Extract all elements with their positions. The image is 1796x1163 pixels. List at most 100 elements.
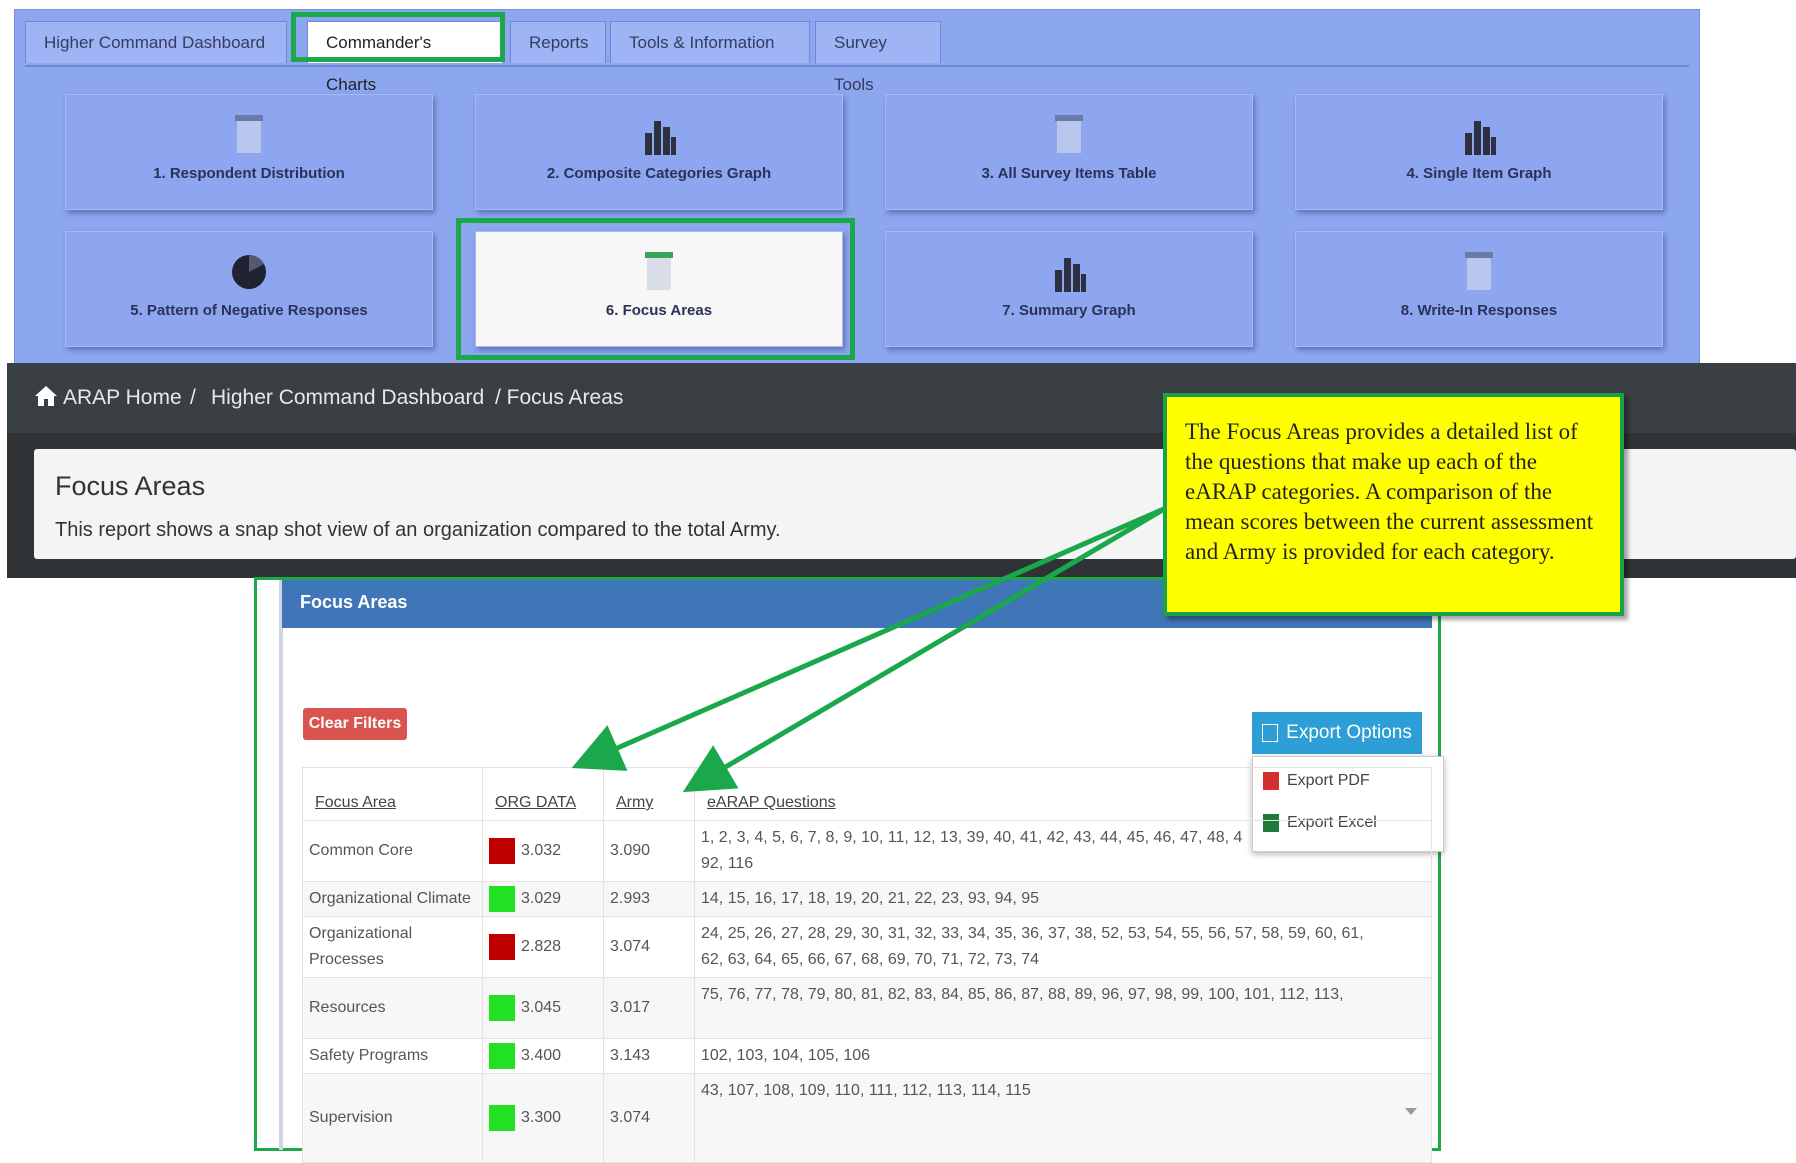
org-data-cell: 3.029: [482, 880, 604, 918]
page-title: Focus Areas: [55, 471, 206, 501]
tile-write-in-responses[interactable]: 8. Write-In Responses: [1295, 231, 1663, 347]
column-org-data[interactable]: ORG DATA: [482, 767, 604, 821]
tile-summary-graph[interactable]: 7. Summary Graph: [885, 231, 1253, 347]
tab-higher-command-dashboard[interactable]: Higher Command Dashboard: [25, 21, 287, 63]
tile-composite-categories-graph[interactable]: 2. Composite Categories Graph: [475, 94, 843, 210]
questions-line: 1, 2, 3, 4, 5, 6, 7, 8, 9, 10, 11, 12, 1…: [701, 829, 1243, 846]
questions-line: [701, 1008, 1425, 1034]
tab-tools-information[interactable]: Tools & Information: [610, 21, 810, 63]
focus-areas-table: Focus Area ORG DATA Army eARAP Questions…: [302, 767, 1432, 1163]
org-data-cell: 3.400: [482, 1038, 604, 1075]
breadcrumb-higher-command[interactable]: Higher Command Dashboard: [211, 363, 484, 433]
focus-area-cell: Resources: [302, 977, 483, 1040]
tile-all-survey-items-table[interactable]: 3. All Survey Items Table: [885, 94, 1253, 210]
document-icon: [235, 115, 263, 153]
table-row: Organizational Processes 2.828 3.074 24,…: [302, 916, 1432, 979]
column-focus-area[interactable]: Focus Area: [302, 767, 483, 821]
focus-area-cell: Safety Programs: [302, 1038, 483, 1075]
document-icon: [1055, 115, 1083, 153]
bar-chart-icon: [645, 121, 676, 155]
army-cell: 3.090: [603, 820, 695, 882]
army-cell: 3.143: [603, 1038, 695, 1075]
clear-filters-button[interactable]: Clear Filters: [303, 708, 407, 740]
tile-single-item-graph[interactable]: 4. Single Item Graph: [1295, 94, 1663, 210]
questions-line: 43, 107, 108, 109, 110, 111, 112, 113, 1…: [701, 1082, 1031, 1100]
questions-cell: 1, 2, 3, 4, 5, 6, 7, 8, 9, 10, 11, 12, 1…: [694, 820, 1432, 882]
status-indicator-green: [489, 1105, 515, 1132]
status-indicator-green: [489, 886, 515, 912]
bar-chart-icon: [1055, 258, 1086, 292]
tab-reports[interactable]: Reports: [510, 21, 606, 63]
org-data-cell: 3.032: [482, 820, 604, 882]
breadcrumb-focus-areas: / Focus Areas: [495, 386, 624, 409]
status-indicator-green: [489, 995, 515, 1022]
column-earap-questions[interactable]: eARAP Questions: [694, 767, 1432, 821]
tile-label: 1. Respondent Distribution: [153, 165, 345, 182]
bar-chart-icon: [1465, 121, 1496, 155]
highlight-commanders-charts: [291, 12, 505, 62]
questions-line: 24, 25, 26, 27, 28, 29, 30, 31, 32, 33, …: [701, 925, 1364, 943]
tab-survey-tools[interactable]: Survey Tools: [815, 21, 941, 94]
tile-label: 8. Write-In Responses: [1400, 302, 1558, 319]
army-cell: 3.074: [603, 1073, 695, 1163]
tile-label: 3. All Survey Items Table: [981, 165, 1157, 182]
tile-respondent-distribution[interactable]: 1. Respondent Distribution: [65, 94, 433, 210]
org-score: 3.045: [521, 999, 562, 1017]
questions-cell: 24, 25, 26, 27, 28, 29, 30, 31, 32, 33, …: [694, 916, 1432, 979]
table-row: Common Core 3.032 3.090 1, 2, 3, 4, 5, 6…: [302, 820, 1432, 882]
questions-line: 14, 15, 16, 17, 18, 19, 20, 21, 22, 23, …: [701, 890, 1040, 908]
org-score: 3.032: [521, 842, 562, 860]
questions-cell: 102, 103, 104, 105, 106: [694, 1038, 1432, 1075]
commanders-dashboard: Higher Command Dashboard Commander's Cha…: [14, 9, 1700, 366]
army-cell: 3.074: [603, 916, 695, 979]
tile-label: 5. Pattern of Negative Responses: [130, 302, 368, 319]
org-score: 3.400: [521, 1047, 562, 1065]
table-row: Safety Programs 3.400 3.143 102, 103, 10…: [302, 1038, 1432, 1075]
org-score: 2.828: [521, 938, 562, 956]
questions-cell: 14, 15, 16, 17, 18, 19, 20, 21, 22, 23, …: [694, 880, 1432, 918]
status-indicator-green: [489, 1043, 515, 1070]
questions-cell: 43, 107, 108, 109, 110, 111, 112, 113, 1…: [694, 1073, 1432, 1163]
org-data-cell: 3.300: [482, 1073, 604, 1163]
questions-line: 62, 63, 64, 65, 66, 67, 68, 69, 70, 71, …: [701, 951, 1040, 969]
table-row: Supervision 3.300 3.074 43, 107, 108, 10…: [302, 1073, 1432, 1163]
focus-area-cell: Organizational Processes: [302, 916, 483, 979]
status-indicator-red: [489, 837, 515, 864]
tile-label: 7. Summary Graph: [1002, 302, 1136, 319]
table-header-row: Focus Area ORG DATA Army eARAP Questions: [302, 767, 1432, 821]
questions-line: 102, 103, 104, 105, 106: [701, 1047, 871, 1065]
org-score: 3.300: [521, 1109, 562, 1127]
focus-area-cell: Organizational Climate: [302, 880, 483, 918]
tile-label: 2. Composite Categories Graph: [546, 165, 772, 182]
column-army[interactable]: Army: [603, 767, 695, 821]
focus-area-cell: Supervision: [302, 1073, 483, 1163]
export-options-button[interactable]: Export Options: [1252, 712, 1422, 754]
focus-areas-panel: Focus Areas Clear Filters Export Options…: [254, 577, 1444, 1163]
army-cell: 3.017: [603, 977, 695, 1040]
explanation-callout: The Focus Areas provides a detailed list…: [1163, 393, 1624, 616]
home-icon: [35, 386, 57, 406]
org-score: 3.029: [521, 890, 562, 908]
army-cell: 2.993: [603, 880, 695, 918]
pie-chart-icon: [232, 255, 266, 289]
breadcrumb-home[interactable]: ARAP Home: [63, 363, 182, 433]
highlight-focus-areas-tile: [456, 218, 855, 360]
tile-label: 4. Single Item Graph: [1406, 165, 1552, 182]
page-subtitle: This report shows a snap shot view of an…: [55, 519, 781, 541]
org-data-cell: 3.045: [482, 977, 604, 1040]
export-icon: [1262, 723, 1279, 742]
document-icon: [1465, 252, 1493, 290]
tab-bar: Higher Command Dashboard Commander's Cha…: [25, 21, 1689, 94]
table-row: Resources 3.045 3.017 75, 76, 77, 78, 79…: [302, 977, 1432, 1040]
status-indicator-red: [489, 934, 515, 961]
focus-area-cell: Common Core: [302, 820, 483, 882]
breadcrumb-separator: /: [190, 386, 196, 409]
table-row: Organizational Climate 3.029 2.993 14, 1…: [302, 880, 1432, 918]
questions-line: 92, 116: [701, 855, 754, 872]
tile-pattern-negative-responses[interactable]: 5. Pattern of Negative Responses: [65, 231, 433, 347]
panel-left-border: [279, 580, 283, 1150]
export-options-label: Export Options: [1286, 722, 1412, 743]
scroll-down-icon[interactable]: [1405, 1108, 1417, 1115]
org-data-cell: 2.828: [482, 916, 604, 979]
questions-line: 75, 76, 77, 78, 79, 80, 81, 82, 83, 84, …: [701, 986, 1344, 1004]
